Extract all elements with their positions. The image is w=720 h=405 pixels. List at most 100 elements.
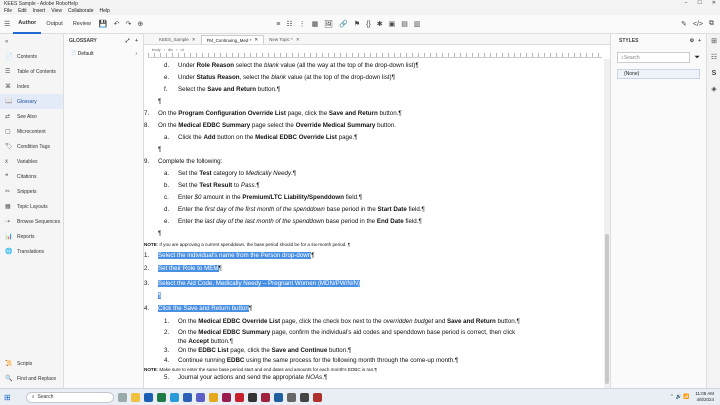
styles-icon[interactable]: S [707, 66, 720, 82]
document-line[interactable]: e. Under Status Reason, select the blank … [144, 74, 395, 81]
nav-item-scripts[interactable]: 📜 Scripts [0, 356, 64, 371]
pen-icon[interactable]: ✎ [681, 20, 687, 28]
crumb-ol[interactable]: ol [181, 47, 184, 52]
nav-item-index[interactable]: ⌘ Index [0, 79, 63, 94]
preview-icon[interactable]: ⊕ [137, 20, 143, 28]
nav-item-glossary[interactable]: 📖 Glossary [0, 94, 63, 109]
document-line[interactable]: 5. Journal your actions and send the appr… [144, 374, 327, 381]
numbering-icon[interactable]: ⋮ [299, 20, 306, 28]
widget-icon[interactable]: ▤ [401, 20, 408, 28]
tab-kees-sample[interactable]: KEES_Sample ✕ [154, 35, 201, 44]
file-explorer-icon[interactable] [130, 392, 140, 402]
nav-item-condition-tags[interactable]: 🏷 Condition Tags [0, 139, 63, 154]
document-line[interactable]: NOTE: Make sure to enter the same base p… [144, 366, 377, 373]
special-char-icon[interactable]: ✱ [377, 20, 383, 28]
document-line[interactable]: a. Click the Add button on the Medical ED… [144, 134, 357, 141]
nav-item-toc[interactable]: ☰ Table of Contents [0, 64, 63, 79]
app-icon-6[interactable] [312, 392, 322, 402]
nav-item-translations[interactable]: 🌐 Translations [0, 244, 63, 259]
start-icon[interactable]: ⊞ [4, 393, 11, 402]
menu-view[interactable]: View [51, 8, 62, 14]
document-line[interactable]: 4. Click the Save and Return button¶ [144, 305, 252, 312]
app-icon-2[interactable] [260, 392, 270, 402]
properties-icon[interactable]: ☷ [707, 50, 720, 66]
nav-item-find-replace[interactable]: 🔍 Find and Replace [0, 371, 64, 386]
document-line[interactable]: 2. Set their Role to MEM¶ [144, 265, 222, 272]
tab-author[interactable]: Author [13, 15, 42, 34]
task-view-icon[interactable] [117, 392, 127, 402]
gear-icon[interactable]: ⚙ [690, 38, 694, 44]
app-icon[interactable] [247, 392, 257, 402]
crumb-body[interactable]: body [152, 47, 161, 52]
tray-icons[interactable]: ⌃ 🔊 📶 [670, 394, 689, 400]
document-content[interactable]: d. Under Role Reason select the blank val… [144, 59, 602, 388]
menu-insert[interactable]: Insert [33, 8, 46, 14]
document-line[interactable]: e. Enter the last day of the last month o… [144, 218, 422, 225]
styles-search-input[interactable]: ⌕ Search [617, 52, 691, 63]
document-line[interactable]: f. Select the Save and Return button.¶ [144, 86, 280, 93]
teams-icon[interactable] [195, 392, 205, 402]
bookmark-icon[interactable]: ⚑ [354, 20, 360, 28]
nav-item-variables[interactable]: x Variables [0, 154, 63, 169]
excel-icon[interactable] [156, 392, 166, 402]
redo-icon[interactable]: ↷ [125, 20, 131, 28]
collapse-nav-button[interactable]: « [0, 34, 63, 49]
robohelp-icon[interactable] [221, 392, 231, 402]
media-icon[interactable]: ▣ [389, 20, 396, 28]
tab-output[interactable]: Output [41, 15, 68, 34]
document-line[interactable]: 8. On the Medical EDBC Summary page selec… [144, 122, 396, 129]
nav-item-microcontent[interactable]: ▢ Microcontent [0, 124, 63, 139]
document-line[interactable]: NOTE: If you are approving a current spe… [144, 241, 350, 248]
code-icon[interactable]: ▥ [414, 20, 421, 28]
glossary-item-default[interactable]: 📄 Default › [64, 48, 143, 60]
link-icon[interactable]: 🔗 [339, 20, 348, 28]
nav-item-see-also[interactable]: ⇄ See Also [0, 109, 63, 124]
document-line[interactable]: ¶ [144, 98, 161, 105]
minimize-button[interactable]: – [685, 0, 688, 6]
document-line[interactable]: 1. On the Medical EDBC Override List page… [144, 318, 520, 325]
document-line[interactable]: a. Set the Test category to Medically Nee… [144, 170, 296, 177]
taskbar-search[interactable]: ⌕ Search [25, 391, 114, 403]
maximize-button[interactable]: ☐ [697, 0, 701, 6]
bullets-icon[interactable]: ☷ [286, 20, 292, 28]
nav-item-contents[interactable]: 📄 Contents [0, 49, 63, 64]
document-line[interactable]: d. Under Role Reason select the blank val… [144, 62, 419, 69]
menu-file[interactable]: File [4, 8, 12, 14]
edge-icon[interactable] [169, 392, 179, 402]
app-icon-5[interactable] [299, 392, 309, 402]
clock[interactable]: 11:08 AM 4/8/2024 [695, 391, 714, 403]
tab-new-topic[interactable]: New Topic * ✕ [264, 35, 304, 44]
add-icon[interactable]: + [698, 38, 701, 44]
close-tab-icon[interactable]: ✕ [192, 37, 196, 43]
crumb-div[interactable]: div [168, 47, 173, 52]
document-line[interactable]: 1. Select the individual's name from the … [144, 252, 315, 259]
nav-item-topic-layouts[interactable]: ▦ Topic Layouts [0, 199, 63, 214]
save-icon[interactable]: 💾 [99, 20, 108, 28]
add-icon[interactable]: + [135, 38, 138, 44]
braces-icon[interactable]: {} [366, 21, 371, 28]
nav-item-browse-sequences[interactable]: ⇢ Browse Sequences [0, 214, 63, 229]
app-menu-icon[interactable]: ☰ [4, 20, 10, 28]
nav-item-snippets[interactable]: ✂ Snippets [0, 184, 63, 199]
acrobat-icon[interactable] [234, 392, 244, 402]
paragraph-icon[interactable]: ≡ [276, 21, 280, 28]
document-line[interactable]: 7. On the Program Configuration Override … [144, 110, 402, 117]
document-line[interactable]: ¶ [144, 292, 162, 299]
source-view-icon[interactable]: </> [693, 21, 703, 28]
close-tab-icon[interactable]: ✕ [296, 37, 300, 43]
undo-icon[interactable]: ↶ [114, 20, 120, 28]
pin-icon[interactable]: ⊞ [707, 34, 720, 50]
filter-icon[interactable]: ⏷ [694, 54, 700, 62]
word-icon[interactable] [182, 392, 192, 402]
table-icon[interactable]: ▦ [312, 20, 319, 28]
split-view-icon[interactable]: ⧉ [709, 20, 714, 28]
document-line[interactable]: 3. On the EDBC List page, click the Save … [144, 347, 351, 354]
close-tab-icon[interactable]: ✕ [254, 37, 258, 43]
document-line[interactable]: 3. Select the Aid Code, Medically Needy –… [144, 280, 361, 287]
nav-item-reports[interactable]: 📊 Reports [0, 229, 63, 244]
image-icon[interactable]: 🖼 [324, 20, 333, 28]
style-item-none[interactable]: (None) [617, 69, 700, 79]
outlook-icon[interactable] [143, 392, 153, 402]
document-line[interactable]: ¶ [144, 230, 161, 237]
scroll-thumb[interactable] [605, 234, 609, 384]
